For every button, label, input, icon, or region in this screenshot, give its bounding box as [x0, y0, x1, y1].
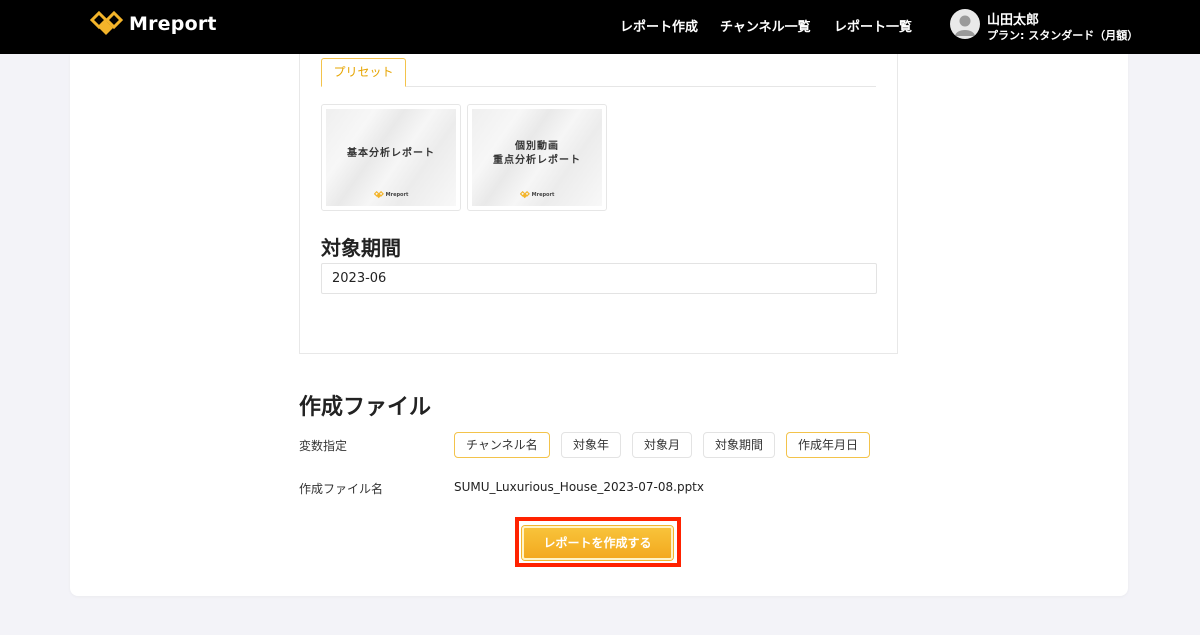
preset-logo-text: Mreport — [385, 192, 409, 198]
nav-report-create[interactable]: レポート作成 — [620, 16, 698, 35]
vars-label: 変数指定 — [299, 439, 348, 453]
preset-title-line: 個別動画 — [515, 140, 559, 152]
var-chip-year[interactable]: 対象年 — [561, 432, 622, 458]
preset-title: 基本分析レポート — [347, 147, 435, 161]
top-navbar: Mreport レポート作成 チャンネル一覧 レポート一覧 山田太郎 プラン: … — [0, 0, 1200, 54]
logo-mark-icon — [373, 191, 384, 199]
file-name-value: SUMU_Luxurious_House_2023-07-08.pptx — [454, 480, 704, 494]
preset-card-focus[interactable]: 個別動画 重点分析レポート Mreport — [467, 104, 607, 211]
period-input[interactable]: 2023-06 — [321, 263, 877, 294]
preset-thumbnail: 個別動画 重点分析レポート Mreport — [472, 109, 602, 206]
user-icon — [955, 15, 975, 36]
preset-logo-text: Mreport — [531, 192, 555, 198]
file-name-label: 作成ファイル名 — [299, 482, 384, 496]
logo-mark-icon — [90, 11, 124, 35]
logo-text: Mreport — [129, 13, 217, 35]
var-chip-channel-name[interactable]: チャンネル名 — [454, 432, 550, 458]
var-chip-period[interactable]: 対象期間 — [703, 432, 776, 458]
preset-thumbnail: 基本分析レポート Mreport — [326, 109, 456, 206]
preset-card-basic[interactable]: 基本分析レポート Mreport — [321, 104, 461, 211]
create-report-button[interactable]: レポートを作成する — [522, 526, 673, 560]
preset-logo: Mreport — [326, 191, 456, 199]
user-name[interactable]: 山田太郎 — [987, 9, 1039, 28]
preset-logo: Mreport — [472, 191, 602, 199]
preset-title-line: 基本分析レポート — [347, 147, 435, 159]
var-chip-created-date[interactable]: 作成年月日 — [786, 432, 871, 458]
preset-title-line: 重点分析レポート — [493, 154, 581, 166]
nav-report-list[interactable]: レポート一覧 — [834, 16, 912, 35]
nav-channel-list[interactable]: チャンネル一覧 — [720, 16, 811, 35]
user-plan: プラン: スタンダード（月額） — [987, 29, 1139, 42]
tab-preset[interactable]: プリセット — [321, 58, 406, 87]
avatar[interactable] — [950, 9, 980, 39]
period-title: 対象期間 — [321, 236, 401, 260]
file-section-title: 作成ファイル — [299, 395, 432, 420]
preset-title: 個別動画 重点分析レポート — [493, 140, 581, 168]
var-chip-month[interactable]: 対象月 — [632, 432, 693, 458]
logo-mark-icon — [519, 191, 530, 199]
app-logo[interactable]: Mreport — [90, 11, 217, 37]
